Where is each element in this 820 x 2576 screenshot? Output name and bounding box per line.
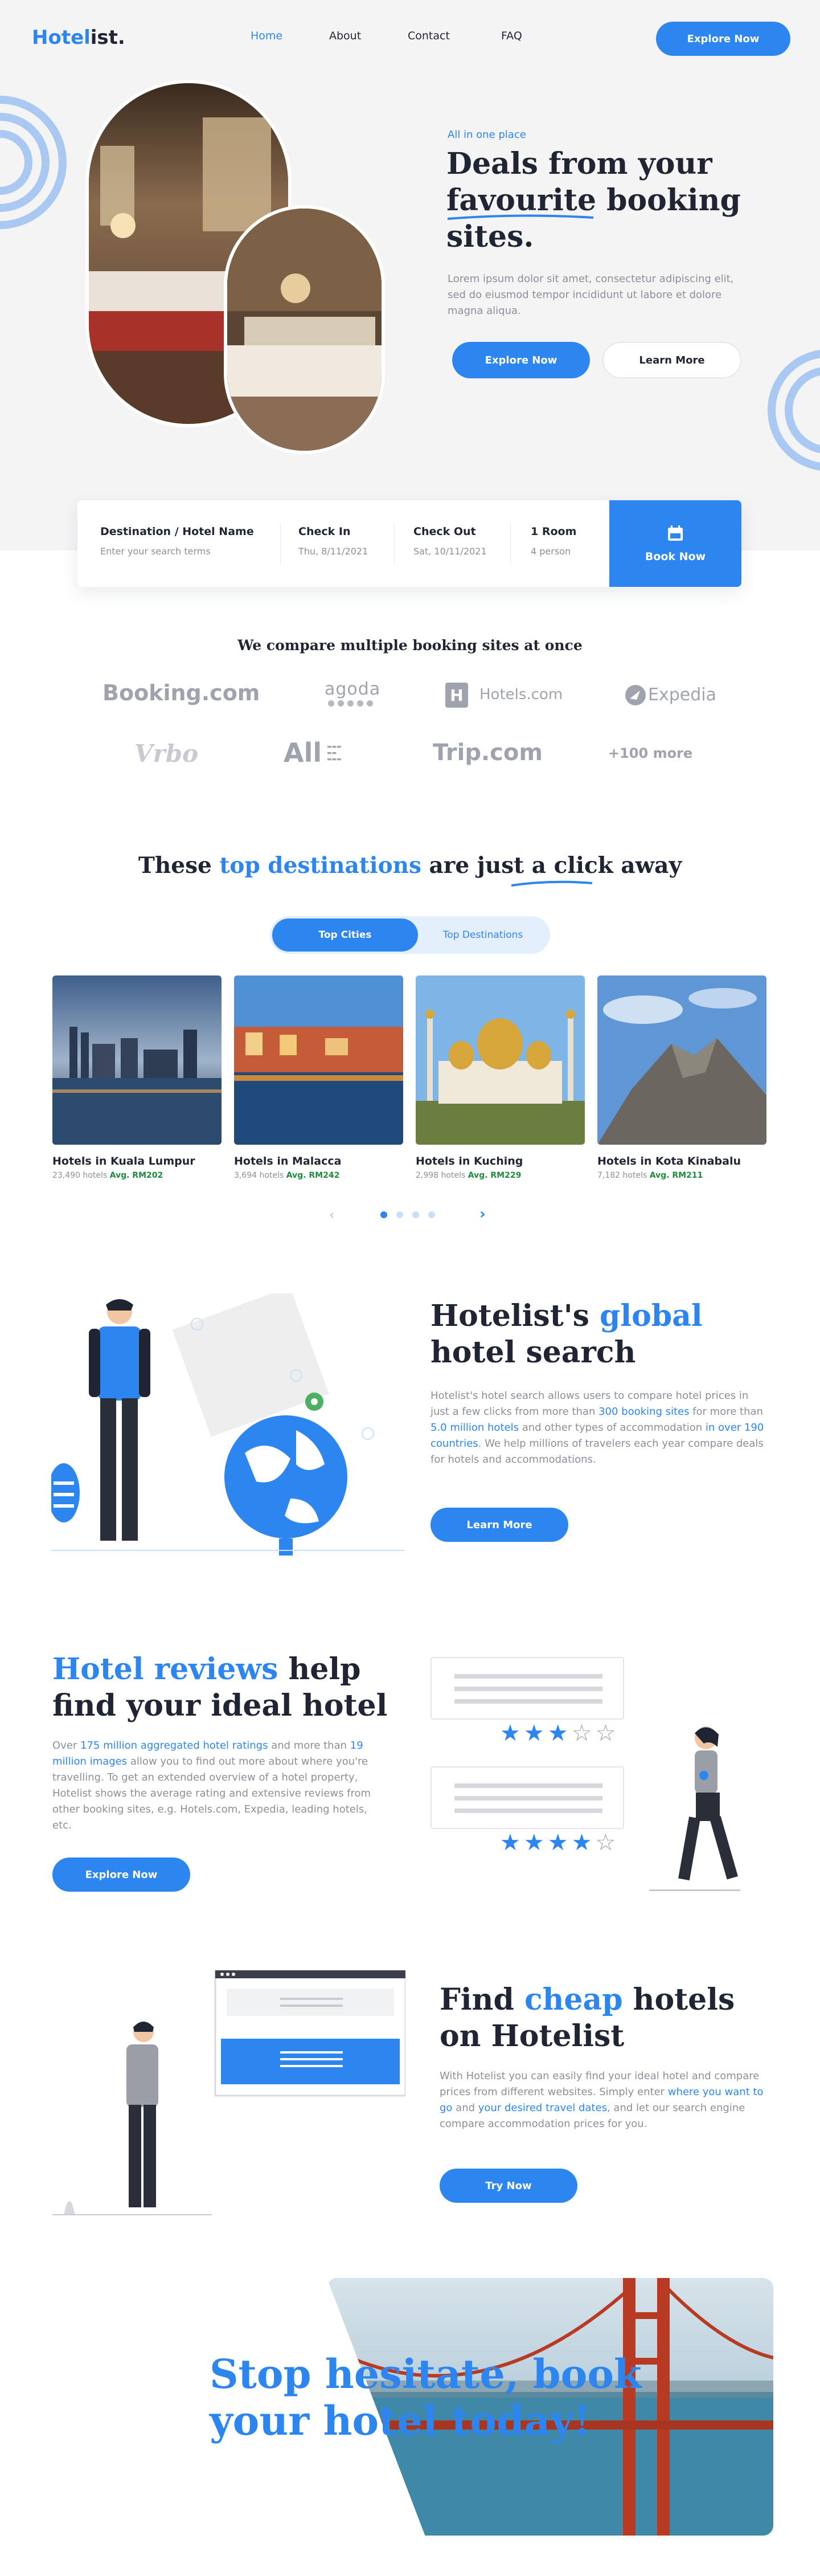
nav-about[interactable]: About	[329, 30, 361, 42]
hotels-com-logo: Hotels.com	[479, 686, 563, 703]
carousel-dots	[380, 1211, 435, 1218]
underline-swoosh	[447, 214, 594, 220]
hero-body: Lorem ipsum dolor sit amet, consectetur …	[448, 273, 734, 317]
cheap-body: With Hotelist you can easily find your i…	[440, 2070, 764, 2130]
vrbo-logo: Vrbo	[134, 740, 199, 768]
reviews-explore-button[interactable]: Explore Now	[52, 1858, 190, 1892]
city-meta: 2,998 hotels Avg. RM229	[416, 1171, 522, 1180]
calendar-icon	[668, 525, 683, 541]
city-card[interactable]: Hotels in Malacca 3,694 hotels Avg. RM24…	[234, 975, 403, 1180]
logo-accent: ist.	[90, 26, 125, 49]
destination-tabs: Top Cities Top Destinations	[270, 916, 550, 954]
review-card	[430, 1657, 624, 1720]
accor-all-tagline-mark: ▬▬▬ ▬▬ ▬▬▬	[327, 744, 342, 762]
star-filled-icon: ★	[547, 1720, 568, 1746]
star-filled-icon: ★	[523, 1720, 544, 1746]
star-empty-icon: ☆	[595, 1830, 616, 1856]
partners-title: We compare multiple booking sites at onc…	[237, 637, 583, 654]
city-card[interactable]: Hotels in Kuching 2,998 hotels Avg. RM22…	[416, 975, 585, 1180]
star-empty-icon: ☆	[595, 1720, 616, 1746]
destination-field[interactable]: Destination / Hotel Name Enter your sear…	[100, 525, 254, 557]
carousel-dot[interactable]	[396, 1211, 403, 1218]
agoda-logo: agoda	[325, 679, 380, 707]
global-body: Hotelist's hotel search allows users to …	[430, 1390, 764, 1465]
hero-hotel-bed-image	[224, 205, 385, 454]
destinations-title: These top destinations are just a click …	[138, 852, 682, 879]
more-partners-label[interactable]: +100 more	[608, 745, 692, 761]
hero-title: Deals from your favourite booking sites.	[446, 146, 741, 254]
reviews-body: Over 175 million aggregated hotel rating…	[52, 1740, 371, 1831]
checkin-field[interactable]: Check In Thu, 8/11/2021	[298, 525, 368, 557]
review-card	[430, 1766, 624, 1829]
review-rating-2: ★ ★ ★ ★ ☆	[500, 1831, 616, 1854]
city-meta: 23,490 hotels Avg. RM202	[52, 1171, 163, 1180]
star-filled-icon: ★	[547, 1830, 568, 1856]
hotels-com-icon: H	[445, 683, 468, 708]
booking-logo: Booking.com	[102, 680, 260, 705]
tab-top-cities[interactable]: Top Cities	[272, 918, 418, 952]
global-title: Hotelist's global hotel search	[430, 1299, 703, 1370]
click-underline-swoosh	[511, 880, 593, 887]
star-empty-icon: ☆	[571, 1720, 592, 1746]
woman-reviewer-illustration	[649, 1726, 740, 1891]
city-name: Hotels in Malacca	[234, 1155, 342, 1167]
room-field[interactable]: 1 Room 4 person	[531, 525, 576, 557]
hero-explore-button[interactable]: Explore Now	[452, 342, 590, 378]
reviews-title: Hotel reviews help find your ideal hotel	[52, 1652, 388, 1723]
hero-title-line2: favourite booking	[446, 182, 741, 220]
nav-faq[interactable]: FAQ	[501, 30, 522, 42]
decorative-circles-right	[768, 350, 820, 471]
globe-traveler-illustration	[51, 1293, 404, 1556]
divider	[394, 523, 395, 564]
carousel-dot[interactable]	[412, 1211, 419, 1218]
review-rating-1: ★ ★ ★ ☆ ☆	[500, 1722, 616, 1745]
search-bar: Destination / Hotel Name Enter your sear…	[77, 500, 741, 587]
kuala-lumpur-image	[52, 975, 222, 1145]
star-filled-icon: ★	[500, 1720, 520, 1746]
trip-com-logo: Trip.com	[433, 740, 543, 766]
expedia-logo: Expedia	[648, 685, 716, 705]
agoda-dots	[325, 700, 380, 707]
carousel-dot-active[interactable]	[380, 1211, 387, 1218]
expedia-icon	[625, 685, 646, 705]
browser-traveler-illustration	[52, 1970, 405, 2215]
header-explore-button[interactable]: Explore Now	[656, 22, 790, 56]
carousel-prev-icon[interactable]: ‹	[329, 1207, 335, 1223]
city-name: Hotels in Kuching	[416, 1155, 523, 1167]
decorative-circles-left	[0, 96, 67, 229]
nav-home[interactable]: Home	[251, 30, 282, 42]
hero-eyebrow: All in one place	[448, 129, 526, 141]
kota-kinabalu-image	[597, 975, 766, 1145]
logo-main: Hotel	[32, 26, 91, 49]
malacca-image	[234, 975, 403, 1145]
city-meta: 3,694 hotels Avg. RM242	[234, 1171, 340, 1180]
star-filled-icon: ★	[500, 1830, 520, 1856]
logo[interactable]: Hotelist.	[32, 26, 125, 49]
city-card[interactable]: Hotels in Kuala Lumpur 23,490 hotels Avg…	[52, 975, 222, 1180]
carousel-dot[interactable]	[428, 1211, 435, 1218]
divider	[510, 523, 511, 564]
checkout-field[interactable]: Check Out Sat, 10/11/2021	[413, 525, 487, 557]
hero-learn-more-button[interactable]: Learn More	[602, 342, 741, 378]
destination-input[interactable]: Enter your search terms	[100, 546, 254, 557]
city-name: Hotels in Kuala Lumpur	[52, 1155, 195, 1167]
banner-headline: Stop hesitate, book your hotel today!	[210, 2350, 642, 2444]
cheap-try-now-button[interactable]: Try Now	[440, 2169, 577, 2203]
star-filled-icon: ★	[523, 1830, 544, 1856]
city-meta: 7,182 hotels Avg. RM211	[597, 1171, 703, 1180]
nav-contact[interactable]: Contact	[408, 30, 450, 42]
accor-all-logo: All	[284, 737, 322, 768]
divider	[280, 523, 281, 564]
carousel-next-icon[interactable]: ›	[479, 1206, 486, 1223]
city-name: Hotels in Kota Kinabalu	[597, 1155, 741, 1167]
star-filled-icon: ★	[571, 1830, 592, 1856]
global-learn-more-button[interactable]: Learn More	[430, 1508, 568, 1542]
city-card[interactable]: Hotels in Kota Kinabalu 7,182 hotels Avg…	[597, 975, 766, 1180]
book-now-button[interactable]: Book Now	[609, 500, 741, 587]
cheap-title: Find cheap hotels on Hotelist	[440, 1982, 735, 2054]
kuching-image	[416, 975, 585, 1145]
tab-top-destinations[interactable]: Top Destinations	[418, 918, 548, 952]
